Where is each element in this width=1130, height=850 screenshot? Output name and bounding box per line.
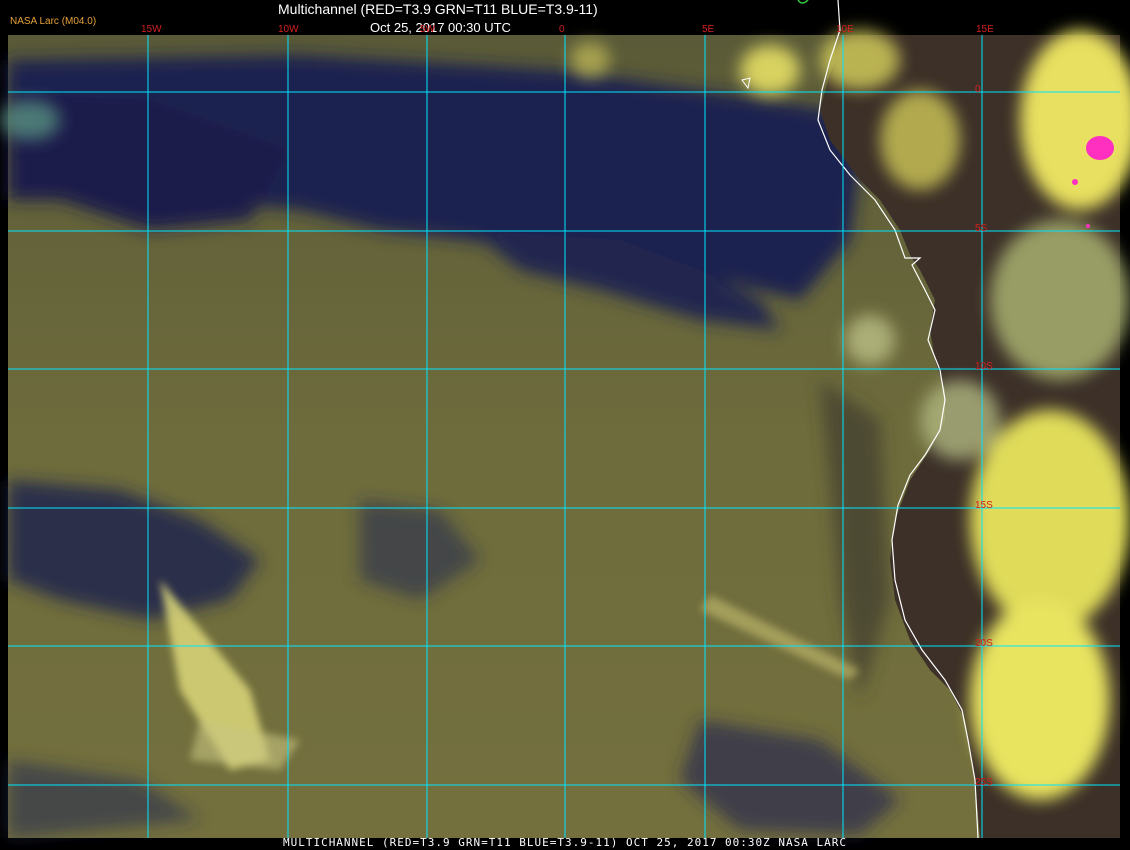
lon-label-5e: 5E [702, 24, 715, 35]
lat-label-25s: 25S [975, 777, 993, 788]
lon-label-15e: 15E [976, 24, 994, 35]
footer-caption: MULTICHANNEL (RED=T3.9 GRN=T11 BLUE=T3.9… [282, 836, 848, 849]
lat-label-20s: 20S [975, 638, 993, 649]
lat-label-5s: 5S [975, 223, 988, 234]
agency-label: NASA Larc (M04.0) [10, 16, 97, 27]
lat-label-0: 0 [975, 84, 981, 95]
lon-label-0: 0 [559, 24, 565, 35]
lat-label-10s: 10S [975, 361, 993, 372]
lon-label-10w: 10W [278, 24, 299, 35]
lon-label-5w: 5W [420, 24, 435, 35]
marker-icon [797, 0, 809, 4]
lon-label-10e: 10E [836, 24, 854, 35]
image-datetime: Oct 25, 2017 00:30 UTC [370, 20, 511, 35]
lon-label-15w: 15W [141, 24, 162, 35]
image-title: Multichannel (RED=T3.9 GRN=T11 BLUE=T3.9… [278, 1, 598, 17]
satellite-image [0, 0, 1130, 839]
lat-label-15s: 15S [975, 500, 993, 511]
